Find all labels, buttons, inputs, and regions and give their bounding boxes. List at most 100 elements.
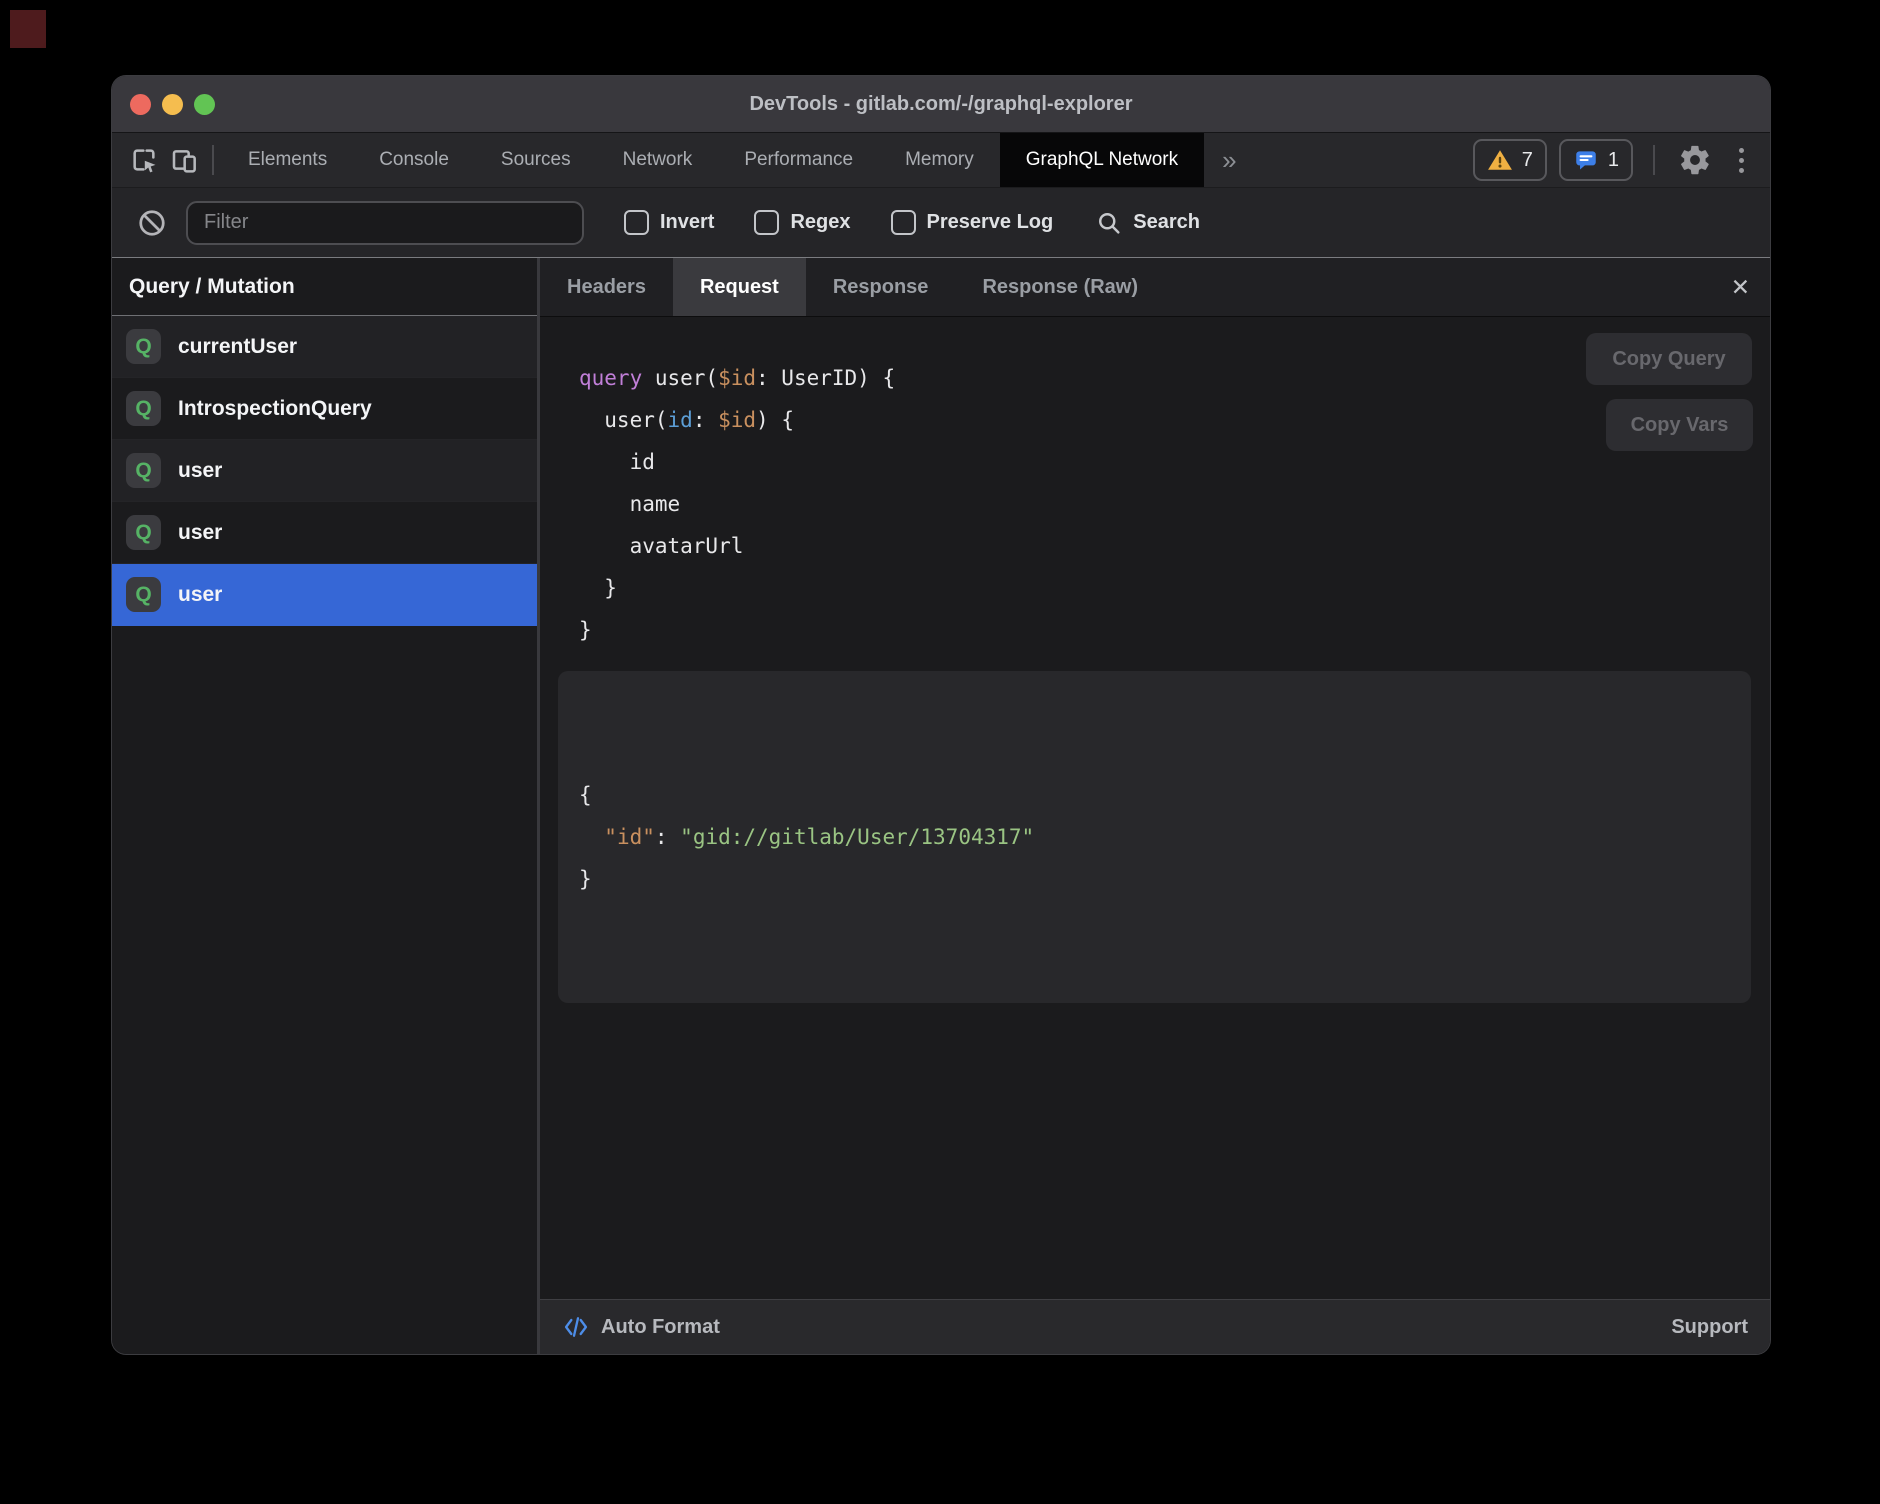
request-list-sidebar: Query / Mutation QcurrentUser Q Introspect… <box>112 258 540 1354</box>
traffic-lights <box>130 76 215 132</box>
request-item-user[interactable]: Quser <box>112 440 537 502</box>
query-type-badge: Q <box>126 453 161 488</box>
code-token: ) { <box>756 408 794 432</box>
request-item-label: user <box>178 521 222 545</box>
code-token: } <box>579 576 617 600</box>
code-token: $id <box>718 408 756 432</box>
code-token: avatarUrl <box>579 534 743 558</box>
issues-count: 1 <box>1608 149 1619 172</box>
preserve-log-checkbox[interactable]: Preserve Log <box>891 210 1054 235</box>
request-item-currentuser[interactable]: QcurrentUser <box>112 316 537 378</box>
support-link[interactable]: Support <box>1671 1316 1748 1339</box>
filter-input[interactable] <box>186 201 584 245</box>
code-line: avatarUrl <box>579 525 1770 567</box>
code-token: { <box>579 783 592 807</box>
tab-graphql-network[interactable]: GraphQL Network <box>1000 133 1204 187</box>
tab-network[interactable]: Network <box>597 133 719 187</box>
code-token: user( <box>579 408 668 432</box>
request-detail-panel: HeadersRequestResponseResponse (Raw) ✕ C… <box>540 258 1770 1354</box>
window-close-button[interactable] <box>130 94 151 115</box>
clear-requests-icon[interactable] <box>132 203 172 243</box>
code-line: user(id: $id) { <box>579 399 1770 441</box>
checkbox-box[interactable] <box>754 210 779 235</box>
device-toolbar-icon[interactable] <box>164 140 204 180</box>
request-item-introspectionquery[interactable]: Q IntrospectionQuery <box>112 378 537 440</box>
search-icon <box>1095 209 1123 237</box>
code-token: query <box>579 366 642 390</box>
search-label: Search <box>1133 211 1200 234</box>
tab-performance[interactable]: Performance <box>718 133 879 187</box>
network-filter-toolbar: Invert Regex Preserve Log Search <box>112 187 1770 258</box>
cluster-divider <box>1653 145 1655 175</box>
request-item-user[interactable]: Quser <box>112 564 537 626</box>
kebab-menu-icon[interactable] <box>1727 142 1756 179</box>
code-line: id <box>579 441 1770 483</box>
code-token: id <box>579 450 655 474</box>
request-item-label: IntrospectionQuery <box>178 397 372 421</box>
tab-sources[interactable]: Sources <box>475 133 597 187</box>
message-bubble-icon <box>1573 147 1599 173</box>
warnings-count: 7 <box>1522 149 1533 172</box>
detail-tab-request[interactable]: Request <box>673 258 806 316</box>
request-item-label: user <box>178 583 222 607</box>
code-token: user( <box>642 366 718 390</box>
request-item-user[interactable]: Quser <box>112 502 537 564</box>
warnings-badge[interactable]: 7 <box>1473 139 1547 181</box>
devtools-tab-strip: ElementsConsoleSourcesNetworkPerformance… <box>222 133 1204 187</box>
tab-console[interactable]: Console <box>353 133 475 187</box>
window-zoom-button[interactable] <box>194 94 215 115</box>
query-variables-code: { "id": "gid://gitlab/User/13704317"} <box>579 774 1751 900</box>
panel-footer: Auto Format Support <box>540 1299 1770 1354</box>
query-type-badge: Q <box>126 391 161 426</box>
code-line: name <box>579 483 1770 525</box>
detail-tabs: HeadersRequestResponseResponse (Raw) <box>540 258 1165 316</box>
window-minimize-button[interactable] <box>162 94 183 115</box>
code-line: } <box>579 858 1751 900</box>
screen-corner-artifact <box>10 10 46 48</box>
tab-memory[interactable]: Memory <box>879 133 1000 187</box>
graphql-query-code: query user($id: UserID) { user(id: $id) … <box>579 357 1770 651</box>
code-line: } <box>579 609 1770 651</box>
code-token: id <box>668 408 693 432</box>
regex-checkbox[interactable]: Regex <box>754 210 850 235</box>
code-token: } <box>579 618 592 642</box>
code-token: : <box>693 408 718 432</box>
tab-elements[interactable]: Elements <box>222 133 353 187</box>
checkbox-box[interactable] <box>624 210 649 235</box>
checkbox-box[interactable] <box>891 210 916 235</box>
code-brackets-icon <box>562 1313 590 1341</box>
request-list: QcurrentUserQIntrospectionQueryQuserQuse… <box>112 316 537 1354</box>
query-variables-box: { "id": "gid://gitlab/User/13704317"} <box>558 671 1751 1003</box>
code-line: "id": "gid://gitlab/User/13704317" <box>579 816 1751 858</box>
regex-label: Regex <box>790 211 850 234</box>
sidebar-header: Query / Mutation <box>112 258 537 316</box>
detail-tab-response-raw[interactable]: Response (Raw) <box>955 258 1165 316</box>
code-token: name <box>579 492 680 516</box>
settings-gear-icon[interactable] <box>1675 140 1715 180</box>
code-token <box>579 825 604 849</box>
more-tabs-button[interactable]: » <box>1204 145 1254 176</box>
tab-bar-right-cluster: 7 1 <box>1473 139 1756 181</box>
code-token: } <box>579 867 592 891</box>
invert-checkbox[interactable]: Invert <box>624 210 714 235</box>
request-item-label: user <box>178 459 222 483</box>
window-titlebar: DevTools - gitlab.com/-/graphql-explorer <box>112 76 1770 133</box>
auto-format-button[interactable]: Auto Format <box>562 1313 720 1341</box>
code-token: $id <box>718 366 756 390</box>
copy-query-button[interactable]: Copy Query <box>1586 333 1752 385</box>
close-panel-icon[interactable]: ✕ <box>1731 258 1750 316</box>
code-token: "id" <box>604 825 655 849</box>
issues-badge[interactable]: 1 <box>1559 139 1633 181</box>
warning-triangle-icon <box>1487 148 1513 172</box>
request-tab-body: Copy Query Copy Vars query user($id: Use… <box>540 317 1770 1299</box>
copy-vars-button[interactable]: Copy Vars <box>1606 399 1753 451</box>
search-control[interactable]: Search <box>1095 209 1200 237</box>
detail-tab-response[interactable]: Response <box>806 258 956 316</box>
devtools-tab-bar: ElementsConsoleSourcesNetworkPerformance… <box>112 133 1770 187</box>
detail-tab-headers[interactable]: Headers <box>540 258 673 316</box>
detail-tab-strip: HeadersRequestResponseResponse (Raw) ✕ <box>540 258 1770 317</box>
auto-format-label: Auto Format <box>601 1316 720 1339</box>
code-line: } <box>579 567 1770 609</box>
inspect-element-icon[interactable] <box>124 140 164 180</box>
preserve-log-label: Preserve Log <box>927 211 1054 234</box>
